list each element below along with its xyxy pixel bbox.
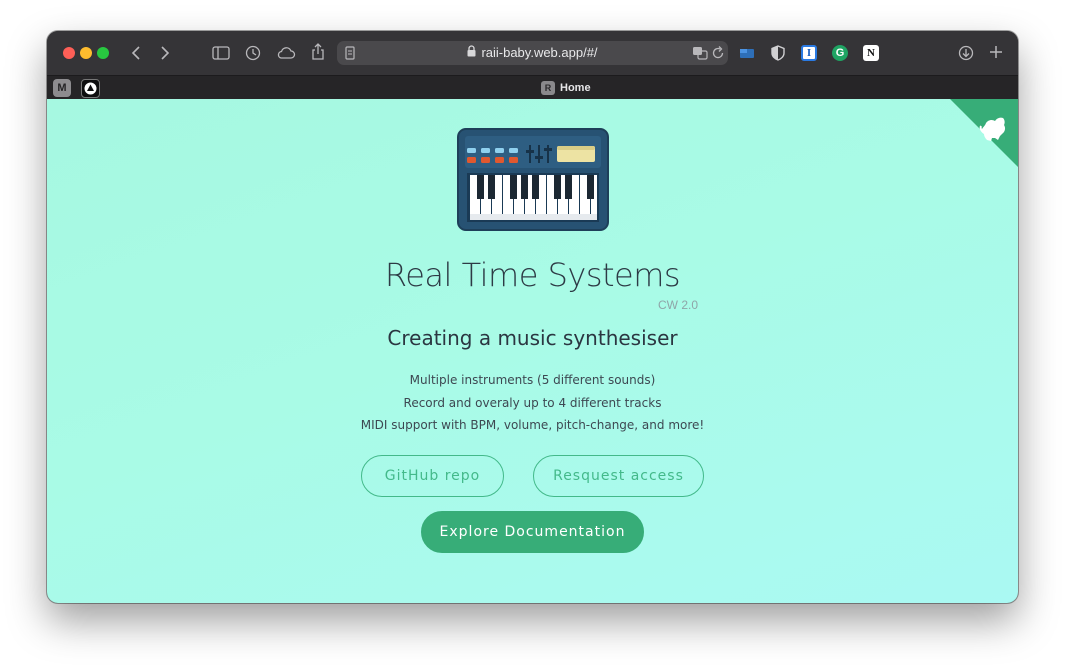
sidebar-icon[interactable] bbox=[212, 46, 230, 60]
translate-icon[interactable] bbox=[692, 45, 708, 61]
reload-icon[interactable] bbox=[711, 45, 725, 61]
page-content: Real Time Systems CW 2.0 Creating a musi… bbox=[47, 99, 1018, 603]
github-repo-button[interactable]: GitHub repo bbox=[361, 455, 504, 497]
explore-documentation-button[interactable]: Explore Documentation bbox=[421, 511, 644, 553]
address-bar[interactable]: raii-baby.web.app/#/ bbox=[337, 41, 728, 65]
share-icon[interactable] bbox=[311, 43, 325, 61]
page-title: Real Time Systems CW 2.0 bbox=[47, 256, 1018, 312]
github-corner-link[interactable] bbox=[950, 99, 1018, 167]
grammarly-icon[interactable]: G bbox=[832, 45, 848, 61]
tab-favicon: R bbox=[541, 81, 555, 95]
close-window-button[interactable] bbox=[63, 47, 75, 59]
forward-icon[interactable] bbox=[160, 45, 170, 61]
feature-item: Multiple instruments (5 different sounds… bbox=[409, 373, 656, 387]
url-value: raii-baby.web.app/#/ bbox=[481, 45, 598, 60]
feature-item: Record and overaly up to 4 different tra… bbox=[403, 396, 662, 410]
browser-toolbar: raii-baby.web.app/#/ I G N bbox=[47, 31, 1018, 75]
pinned-tab-triangle[interactable] bbox=[81, 79, 100, 98]
notion-letter: N bbox=[867, 47, 875, 59]
instapaper-letter: I bbox=[806, 47, 812, 59]
synthesiser-logo bbox=[457, 128, 609, 231]
shield-icon[interactable] bbox=[770, 45, 786, 61]
cloud-icon[interactable] bbox=[276, 46, 296, 60]
feature-item: MIDI support with BPM, volume, pitch-cha… bbox=[360, 418, 705, 432]
tab-label: Home bbox=[560, 82, 591, 94]
fullscreen-window-button[interactable] bbox=[97, 47, 109, 59]
request-access-button[interactable]: Resquest access bbox=[533, 455, 704, 497]
version-badge: CW 2.0 bbox=[658, 298, 699, 312]
page-subtitle: Creating a music synthesiser bbox=[387, 326, 678, 350]
grammarly-letter: G bbox=[835, 47, 845, 59]
new-tab-icon[interactable] bbox=[989, 45, 1003, 59]
github-octocat-icon bbox=[950, 99, 1018, 167]
history-icon[interactable] bbox=[245, 45, 261, 61]
minimize-window-button[interactable] bbox=[80, 47, 92, 59]
back-icon[interactable] bbox=[131, 45, 141, 61]
pinned-tab-letter: M bbox=[57, 82, 67, 94]
notion-icon[interactable]: N bbox=[863, 45, 879, 61]
page-title-text: Real Time Systems bbox=[384, 256, 681, 294]
browser-window: raii-baby.web.app/#/ I G N M R Home Real… bbox=[47, 31, 1018, 603]
pinned-tab-m[interactable]: M bbox=[53, 79, 71, 97]
tab-home[interactable]: R Home bbox=[541, 80, 591, 96]
url-text: raii-baby.web.app/#/ bbox=[337, 45, 728, 61]
downloads-icon[interactable] bbox=[958, 45, 974, 61]
instapaper-icon[interactable]: I bbox=[801, 45, 817, 61]
window-extension-icon[interactable] bbox=[739, 45, 755, 61]
tab-bar: M R Home bbox=[47, 75, 1018, 100]
lock-icon bbox=[467, 45, 476, 61]
